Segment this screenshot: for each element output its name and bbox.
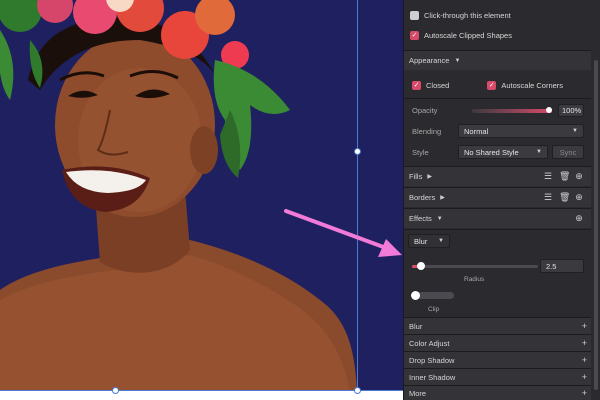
guide-line-vertical [357,0,358,392]
effects-caret-icon: ▼ [436,215,443,222]
plus-icon[interactable]: + [582,372,587,382]
opacity-slider[interactable] [472,109,552,113]
blur-radius-slider[interactable] [412,265,538,268]
design-canvas[interactable] [0,0,403,400]
effect-item-inner-shadow[interactable]: Inner Shadow [404,368,591,385]
appearance-title: Appearance [409,56,450,65]
appearance-caret-icon: ▼ [454,57,461,64]
chevron-down-icon: ▼ [438,238,444,244]
fills-caret-icon: ▶ [427,174,432,180]
sliders-icon[interactable]: ☰ [543,192,553,202]
effect-item-label: Color Adjust [409,338,450,348]
blur-radius-value: 2.5 [546,261,557,271]
fills-title: Fills [409,172,423,181]
opacity-label: Opacity [412,106,438,115]
plus-icon[interactable]: + [582,355,587,365]
opacity-slider-knob[interactable] [546,107,552,113]
plus-icon[interactable]: + [582,321,587,331]
sliders-icon[interactable]: ☰ [543,171,553,181]
add-circle-icon[interactable]: ⊕ [574,171,584,181]
effect-item-more[interactable]: More [404,385,591,400]
artboard-edge [0,391,403,400]
click-through-label: Click-through this element [424,11,511,20]
blending-select[interactable]: Normal ▼ [458,124,584,138]
blending-value: Normal [464,126,489,136]
inspector-panel: Click-through this element ✓ Autoscale C… [403,0,600,400]
plus-icon[interactable]: + [582,388,587,398]
opacity-value: 100% [562,106,582,115]
resize-handle-corner[interactable] [354,387,361,394]
clip-label: Clip [428,306,440,313]
style-label: Style [412,148,429,157]
radius-label: Radius [464,276,485,283]
shared-style-value: No Shared Style [464,147,519,157]
effects-section-header[interactable]: Effects ▼ [404,208,591,228]
resize-handle-right[interactable] [354,148,361,155]
opacity-value-input[interactable]: 100% [558,104,584,117]
blur-type-value: Blur [414,236,428,246]
sync-button[interactable]: Sync [552,145,584,159]
chevron-down-icon: ▼ [572,128,578,134]
borders-caret-icon: ▶ [440,195,445,201]
plus-icon[interactable]: + [582,338,587,348]
panel-scrollbar[interactable] [592,56,600,394]
pointer-arrow [284,209,402,257]
resize-handle-bottom[interactable] [112,387,119,394]
effect-item-label: Drop Shadow [409,355,455,365]
effect-item-color-adjust[interactable]: Color Adjust [404,334,591,351]
borders-title: Borders [409,193,436,202]
add-circle-icon[interactable]: ⊕ [574,192,584,202]
effect-item-drop-shadow[interactable]: Drop Shadow [404,351,591,368]
autoscale-clipped-checkbox[interactable]: ✓ [410,31,419,40]
effect-item-label: Inner Shadow [409,372,456,382]
add-circle-icon[interactable]: ⊕ [574,213,584,223]
autoscale-clipped-label: Autoscale Clipped Shapes [424,31,512,40]
chevron-down-icon: ▼ [536,149,542,155]
effect-item-label: Blur [409,321,423,331]
click-through-checkbox[interactable] [410,11,419,20]
trash-icon[interactable]: 🗑 [559,171,570,181]
effect-item-blur[interactable]: Blur [404,317,591,334]
blending-label: Blending [412,127,442,136]
scrollbar-thumb[interactable] [594,60,598,390]
effects-title: Effects [409,214,432,223]
closed-checkbox[interactable]: ✓ [412,81,421,90]
appearance-section-header[interactable]: Appearance ▼ [404,50,591,70]
autoscale-corners-checkbox[interactable]: ✓ [487,81,497,90]
portrait-image[interactable] [0,0,403,400]
blur-type-select[interactable]: Blur ▼ [408,234,450,248]
effect-item-label: More [409,388,427,398]
autoscale-corners-label: Autoscale Corners [501,81,564,90]
sync-label: Sync [559,147,577,157]
shared-style-select[interactable]: No Shared Style ▼ [458,145,548,159]
trash-icon[interactable]: 🗑 [559,192,570,202]
clip-toggle-knob[interactable] [411,291,420,300]
closed-label: Closed [426,81,450,90]
blur-radius-knob[interactable] [417,262,425,270]
blur-radius-input[interactable]: 2.5 [540,259,584,273]
